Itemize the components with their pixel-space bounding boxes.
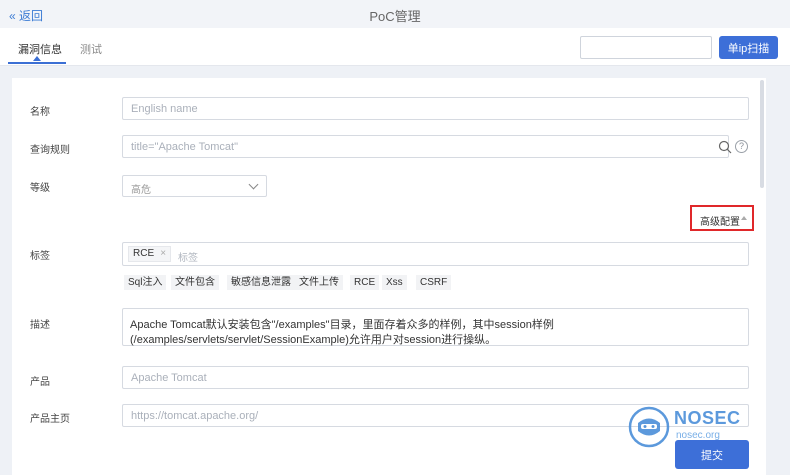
- description-line: Apache Tomcat默认安装包含"/examples"目录，里面存着众多的…: [130, 319, 554, 331]
- chevron-down-icon: [248, 179, 259, 190]
- close-icon[interactable]: ×: [160, 247, 166, 261]
- tab-test[interactable]: 测试: [80, 41, 102, 57]
- tags-label: 标签: [30, 251, 50, 262]
- tags-placeholder: 标签: [178, 253, 198, 264]
- product-input[interactable]: Apache Tomcat: [122, 366, 749, 389]
- single-ip-scan-button[interactable]: 单ip扫描: [719, 36, 778, 59]
- quick-tag[interactable]: Sql注入: [124, 275, 167, 290]
- quick-tag[interactable]: 敏感信息泄露: [227, 275, 295, 290]
- tags-input[interactable]: RCE × 标签: [122, 242, 749, 266]
- watermark-brand: NOSEC: [674, 408, 741, 428]
- query-label: 查询规则: [30, 145, 70, 156]
- tab-vuln-info[interactable]: 漏洞信息: [18, 41, 62, 57]
- advanced-config-toggle[interactable]: 高级配置: [690, 205, 754, 231]
- top-bar: « 返回 PoC管理: [0, 0, 790, 28]
- page-title: PoC管理: [369, 9, 421, 24]
- quick-tag[interactable]: 文件上传: [295, 275, 343, 290]
- tag-chip-label: RCE: [133, 248, 155, 259]
- ip-input[interactable]: [580, 36, 712, 59]
- level-value: 高危: [131, 185, 151, 196]
- nosec-logo-icon: [628, 406, 670, 448]
- tab-bar: 漏洞信息 测试 单ip扫描: [0, 28, 790, 66]
- product-label: 产品: [30, 377, 50, 388]
- homepage-label: 产品主页: [30, 414, 70, 425]
- description-line: (/examples/servlets/servlet/SessionExamp…: [130, 334, 497, 346]
- name-label: 名称: [30, 107, 50, 118]
- query-value: title="Apache Tomcat": [131, 141, 238, 153]
- help-icon[interactable]: ?: [735, 140, 748, 153]
- description-textarea[interactable]: Apache Tomcat默认安装包含"/examples"目录，里面存着众多的…: [122, 308, 749, 346]
- description-label: 描述: [30, 320, 50, 331]
- active-tab-caret: [33, 56, 41, 61]
- tag-chip: RCE ×: [128, 246, 172, 262]
- quick-tag[interactable]: RCE: [350, 275, 380, 290]
- caret-up-icon: [741, 216, 747, 220]
- name-placeholder: English name: [131, 103, 198, 115]
- active-tab-indicator: [8, 62, 66, 64]
- product-value: Apache Tomcat: [131, 372, 207, 384]
- level-label: 等级: [30, 183, 50, 194]
- level-select[interactable]: 高危: [122, 175, 267, 197]
- name-input[interactable]: English name: [122, 97, 749, 120]
- search-icon[interactable]: [718, 140, 732, 154]
- quick-tag[interactable]: Xss: [382, 275, 407, 290]
- quick-tag[interactable]: CSRF: [416, 275, 452, 290]
- nosec-watermark: NOSEC nosec.org: [626, 404, 766, 460]
- watermark-domain: nosec.org: [676, 430, 720, 441]
- query-input[interactable]: title="Apache Tomcat": [122, 135, 732, 158]
- scrollbar[interactable]: [760, 80, 764, 188]
- quick-tag[interactable]: 文件包含: [171, 275, 219, 290]
- advanced-config-label: 高级配置: [700, 217, 740, 228]
- homepage-value: https://tomcat.apache.org/: [131, 410, 259, 422]
